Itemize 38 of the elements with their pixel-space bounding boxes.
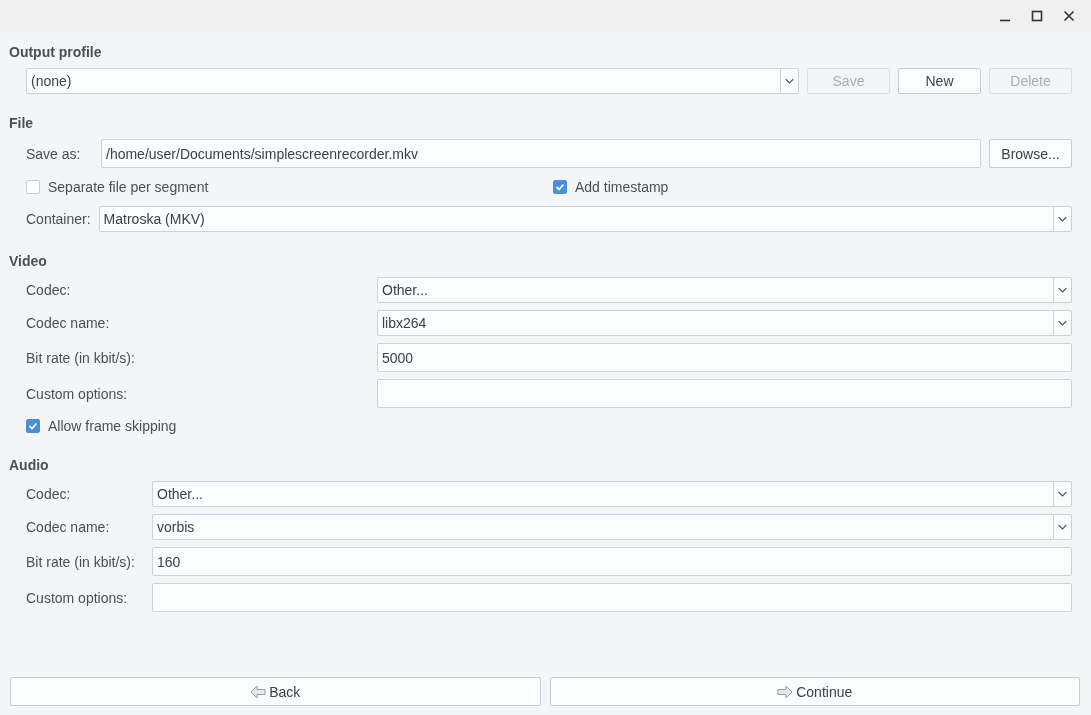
text-field[interactable]: 160: [152, 547, 1072, 576]
field-label: Custom options:: [26, 589, 129, 606]
back-button[interactable]: Back: [10, 677, 541, 706]
section-heading: Output profile: [9, 43, 103, 62]
dropdown[interactable]: Matroska (MKV): [98, 206, 1072, 232]
browse-button[interactable]: Browse...: [989, 139, 1072, 168]
checkbox[interactable]: Add timestamp: [553, 177, 1072, 197]
field-label: Codec name:: [26, 519, 111, 535]
maximize-icon[interactable]: [1031, 10, 1043, 22]
checkbox[interactable]: Allow frame skipping: [26, 416, 177, 436]
field-label: Codec name:: [26, 315, 111, 331]
dropdown[interactable]: vorbis: [152, 514, 1072, 540]
dropdown[interactable]: Other...: [152, 481, 1072, 507]
back-arrow-icon: [250, 684, 267, 699]
checkmark-icon: [555, 182, 565, 192]
dropdown[interactable]: libx264: [377, 310, 1072, 336]
field-label: Bit rate (in kbit/s):: [26, 553, 136, 570]
field-label: Save as:: [26, 145, 82, 162]
section-heading: File: [9, 114, 35, 133]
field-label: Codec:: [26, 282, 72, 298]
field-label: Bit rate (in kbit/s):: [26, 349, 136, 366]
text-field[interactable]: [152, 583, 1072, 612]
text-field[interactable]: 5000: [377, 343, 1072, 372]
dropdown[interactable]: (none): [26, 68, 799, 94]
profile-button[interactable]: New: [898, 68, 981, 94]
dropdown[interactable]: Other...: [377, 277, 1072, 303]
checkmark-icon: [28, 421, 38, 431]
forward-arrow-icon: [777, 684, 794, 699]
field-label: Codec:: [26, 486, 72, 502]
continue-button[interactable]: Continue: [549, 677, 1080, 706]
section-heading: Audio: [9, 456, 50, 475]
field-label: Container:: [26, 211, 91, 227]
text-field[interactable]: /home/user/Documents/simplescreenrecorder.mkv: [101, 139, 981, 168]
checkbox[interactable]: Separate file per segment: [26, 177, 553, 197]
field-label: Custom options:: [26, 385, 129, 402]
text-field[interactable]: [377, 379, 1072, 408]
section-heading: Video: [9, 252, 48, 271]
close-icon[interactable]: [1063, 10, 1075, 22]
